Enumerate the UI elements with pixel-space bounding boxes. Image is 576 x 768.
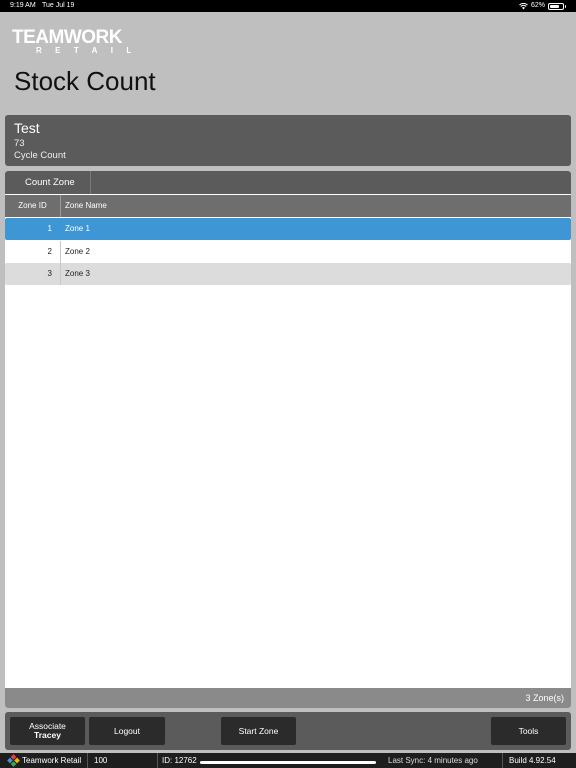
teamwork-retail-logo: TEAMWORK RETAIL (12, 28, 145, 55)
teamwork-app-icon (7, 754, 20, 767)
zone-count-summary: 3 Zone(s) (5, 688, 571, 708)
tools-button[interactable]: Tools (491, 717, 566, 745)
device-status-bar: 9:19 AM Tue Jul 19 62% (0, 0, 576, 12)
table-row[interactable]: 2 Zone 2 (5, 240, 571, 263)
battery-icon (548, 2, 566, 10)
table-row[interactable]: 1 Zone 1 (5, 218, 571, 240)
count-info-card: Test 73 Cycle Count (5, 115, 571, 166)
column-header-zone-id[interactable]: Zone ID (5, 195, 61, 217)
start-zone-button[interactable]: Start Zone (221, 717, 296, 745)
zone-list: 1 Zone 1 2 Zone 2 3 Zone 3 (5, 218, 571, 286)
panel-tabbar: Count Zone (5, 171, 571, 194)
store-number: 100 (88, 753, 158, 768)
status-right: 62% (519, 0, 566, 12)
build-version: Build 4.92.54 (509, 756, 556, 765)
tab-count-zone[interactable]: Count Zone (5, 171, 91, 194)
associate-button[interactable]: Associate Tracey (10, 717, 85, 745)
zone-id-cell: 2 (5, 240, 61, 263)
wifi-icon (519, 2, 528, 9)
zone-name-cell: Zone 2 (65, 246, 90, 256)
app-name: Teamwork Retail (22, 756, 82, 765)
table-row[interactable]: 3 Zone 3 (5, 263, 571, 285)
action-toolbar: Associate Tracey Logout Start Zone Tools (5, 712, 571, 750)
zone-panel: Count Zone Zone ID Zone Name 1 Zone 1 2 … (5, 171, 571, 708)
zone-name-cell: Zone 3 (65, 269, 90, 278)
count-type: Cycle Count (14, 150, 66, 161)
logo-line2: RETAIL (36, 46, 145, 55)
table-header: Zone ID Zone Name (5, 195, 571, 217)
battery-percent: 62% (530, 2, 545, 9)
count-number: 73 (14, 138, 25, 149)
logout-button[interactable]: Logout (89, 717, 165, 745)
app-name-cell: Teamwork Retail (0, 753, 88, 768)
logo-line1: TEAMWORK (12, 27, 122, 48)
associate-name: Tracey (34, 730, 61, 740)
zone-name-cell: Zone 1 (65, 224, 90, 233)
last-sync-text: Last Sync: 4 minutes ago (388, 756, 478, 765)
status-date: Tue Jul 19 (42, 2, 75, 9)
device-id-text: ID: 12762 (162, 756, 197, 765)
zone-id-cell: 3 (5, 263, 61, 285)
count-name: Test (14, 120, 40, 136)
zone-id-cell: 1 (5, 218, 61, 240)
status-time: 9:19 AM (10, 2, 36, 9)
home-indicator[interactable] (200, 761, 376, 764)
page-title: Stock Count (14, 66, 156, 96)
column-header-zone-name[interactable]: Zone Name (65, 195, 107, 217)
